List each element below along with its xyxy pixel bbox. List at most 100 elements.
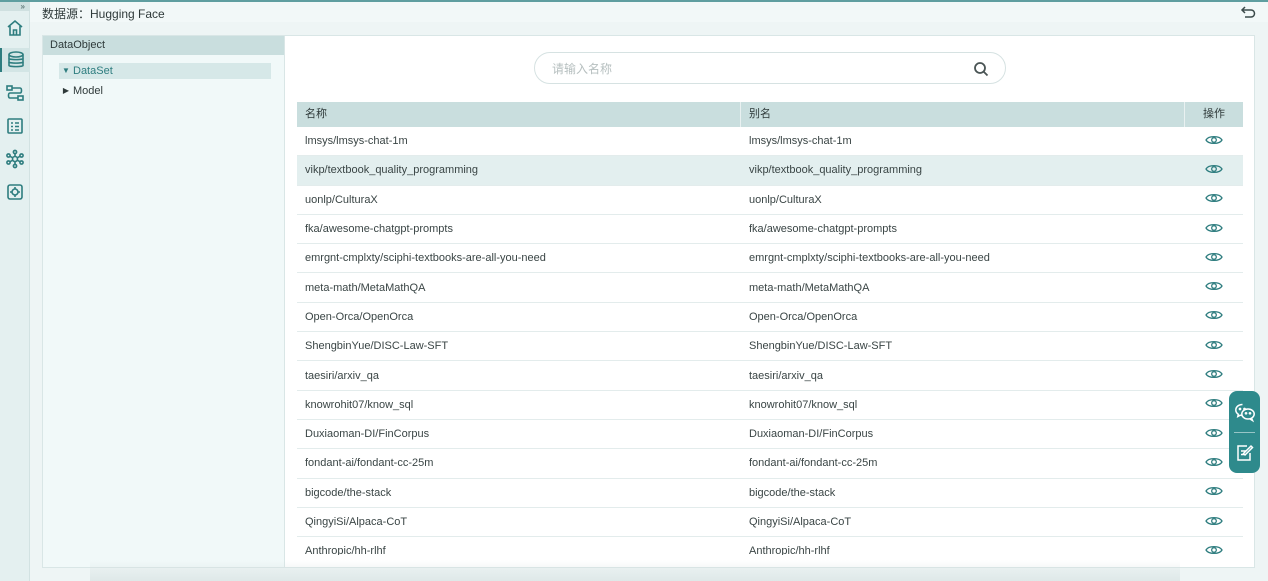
cell-name: uonlp/CulturaX: [305, 193, 378, 206]
network-icon[interactable]: [3, 147, 27, 171]
table-row[interactable]: fondant-ai/fondant-cc-25m fondant-ai/fond…: [297, 449, 1243, 479]
bottom-shadow: [90, 560, 1180, 581]
home-icon[interactable]: [3, 16, 27, 40]
table-row[interactable]: lmsys/lmsys-chat-1m lmsys/lmsys-chat-1m: [297, 127, 1243, 157]
cell-alias: knowrohit07/know_sql: [749, 398, 858, 411]
table-row[interactable]: Anthropic/hh-rlhf Anthropic/hh-rlhf: [297, 537, 1243, 555]
search-box: [534, 52, 1006, 84]
cell-name: meta-math/MetaMathQA: [305, 281, 426, 294]
object-tree: DataObject ▼ DataSet ▶ Model: [43, 36, 285, 567]
table-row[interactable]: emrgnt-cmplxty/sciphi-textbooks-are-all-…: [297, 244, 1243, 274]
caret-right-icon[interactable]: ▶: [59, 83, 73, 99]
cell-name: vikp/textbook_quality_programming: [305, 164, 479, 177]
cell-action: [1185, 251, 1243, 266]
eye-icon[interactable]: [1205, 544, 1223, 555]
cell-name: QingyiSi/Alpaca-CoT: [305, 516, 408, 528]
tree-node-dataset[interactable]: ▼ DataSet: [59, 63, 271, 79]
table-row[interactable]: taesiri/arxiv_qa taesiri/arxiv_qa: [297, 361, 1243, 391]
cell-name: ShengbinYue/DISC-Law-SFT: [305, 340, 449, 353]
cell-action: [1185, 280, 1243, 295]
cell-action: [1185, 309, 1243, 324]
cell-alias: lmsys/lmsys-chat-1m: [749, 135, 852, 148]
table-row[interactable]: fka/awesome-chatgpt-prompts fka/awesome-c…: [297, 215, 1243, 245]
checklist-icon[interactable]: [3, 114, 27, 138]
table-row[interactable]: vikp/textbook_quality_programming vikp/te…: [297, 156, 1243, 186]
header-alias: 别名: [741, 102, 1185, 127]
left-nav-rail: »: [0, 2, 30, 581]
eye-icon[interactable]: [1205, 222, 1223, 237]
table-body: lmsys/lmsys-chat-1m lmsys/lmsys-chat-1m vi…: [297, 127, 1243, 555]
cell-name: Open-Orca/OpenOrca: [305, 310, 414, 323]
cell-alias: Open-Orca/OpenOrca: [749, 310, 858, 323]
table-row[interactable]: knowrohit07/know_sql knowrohit07/know_sql: [297, 391, 1243, 420]
table-row[interactable]: Open-Orca/OpenOrca Open-Orca/OpenOrca: [297, 303, 1243, 333]
cell-alias: Duxiaoman-DI/FinCorpus: [749, 428, 874, 441]
tree-title: DataObject: [43, 36, 284, 55]
table-row[interactable]: Duxiaoman-DI/FinCorpus Duxiaoman-DI/FinCo…: [297, 420, 1243, 450]
search-icon[interactable]: [973, 61, 989, 77]
header-name: 名称: [297, 102, 741, 127]
float-divider: [1234, 432, 1255, 433]
top-header: 数据源：Hugging Face: [30, 2, 1268, 22]
cell-alias: vikp/textbook_quality_programming: [749, 164, 923, 177]
cell-alias: ShengbinYue/DISC-Law-SFT: [749, 340, 893, 353]
wechat-icon[interactable]: [1229, 391, 1260, 432]
tree-node-label: DataSet: [73, 65, 113, 77]
eye-icon[interactable]: [1205, 397, 1223, 412]
cell-alias: emrgnt-cmplxty/sciphi-textbooks-are-all-…: [749, 252, 990, 265]
cell-alias: QingyiSi/Alpaca-CoT: [749, 516, 852, 528]
cell-name: bigcode/the-stack: [305, 486, 392, 499]
caret-down-icon[interactable]: ▼: [59, 63, 73, 79]
cell-alias: bigcode/the-stack: [749, 486, 836, 499]
settings-icon[interactable]: [3, 180, 27, 204]
eye-icon[interactable]: [1205, 368, 1223, 383]
eye-icon[interactable]: [1205, 280, 1223, 295]
cell-alias: fka/awesome-chatgpt-prompts: [749, 223, 897, 236]
cell-action: [1185, 485, 1243, 500]
main-area: 名称 别名 操作 lmsys/lmsys-chat-1mlmsys/lmsys-…: [285, 36, 1254, 567]
eye-icon[interactable]: [1205, 427, 1223, 442]
eye-icon[interactable]: [1205, 192, 1223, 207]
cell-name: Anthropic/hh-rlhf: [305, 545, 386, 555]
table-row[interactable]: QingyiSi/Alpaca-CoT QingyiSi/Alpaca-CoT: [297, 508, 1243, 538]
cell-alias: uonlp/CulturaX: [749, 193, 822, 206]
eye-icon[interactable]: [1205, 163, 1223, 178]
eye-icon[interactable]: [1205, 134, 1223, 149]
cell-name: lmsys/lmsys-chat-1m: [305, 135, 408, 148]
cell-action: [1185, 134, 1243, 149]
table-row[interactable]: meta-math/MetaMathQA meta-math/MetaMathQA: [297, 273, 1243, 303]
tree-node-label: Model: [73, 85, 103, 97]
eye-icon[interactable]: [1205, 309, 1223, 324]
eye-icon[interactable]: [1205, 456, 1223, 471]
floating-toolbar: [1229, 391, 1260, 473]
search-input[interactable]: [552, 60, 952, 78]
eye-icon[interactable]: [1205, 515, 1223, 530]
feedback-icon[interactable]: [1229, 432, 1260, 473]
cell-action: [1185, 163, 1243, 178]
cell-name: Duxiaoman-DI/FinCorpus: [305, 428, 430, 441]
cell-alias: fondant-ai/fondant-cc-25m: [749, 457, 878, 470]
database-icon[interactable]: [0, 48, 30, 72]
dataset-table: 名称 别名 操作 lmsys/lmsys-chat-1m lmsys/lmsys-…: [297, 102, 1243, 555]
workflow-icon[interactable]: [3, 81, 27, 105]
tree-node-model[interactable]: ▶ Model: [59, 83, 103, 99]
cell-action: [1185, 368, 1243, 383]
cell-name: fka/awesome-chatgpt-prompts: [305, 223, 453, 236]
cell-action: [1185, 515, 1243, 530]
eye-icon[interactable]: [1205, 339, 1223, 354]
cell-alias: taesiri/arxiv_qa: [749, 369, 823, 382]
cell-action: [1185, 192, 1243, 207]
back-arrow-icon[interactable]: [1240, 5, 1256, 19]
eye-icon[interactable]: [1205, 251, 1223, 266]
content-panel: DataObject ▼ DataSet ▶ Model 名称 别名 操作 lm…: [42, 35, 1255, 568]
data-source-label: 数据源：Hugging Face: [42, 7, 165, 21]
table-row[interactable]: bigcode/the-stack bigcode/the-stack: [297, 479, 1243, 508]
eye-icon[interactable]: [1205, 485, 1223, 500]
cell-alias: Anthropic/hh-rlhf: [749, 545, 830, 555]
expand-rail-button[interactable]: »: [0, 2, 30, 11]
header-action: 操作: [1203, 108, 1225, 120]
table-header: 名称 别名 操作: [297, 102, 1243, 127]
table-row[interactable]: uonlp/CulturaX uonlp/CulturaX: [297, 186, 1243, 215]
cell-name: fondant-ai/fondant-cc-25m: [305, 457, 434, 470]
table-row[interactable]: ShengbinYue/DISC-Law-SFT ShengbinYue/DISC…: [297, 332, 1243, 362]
